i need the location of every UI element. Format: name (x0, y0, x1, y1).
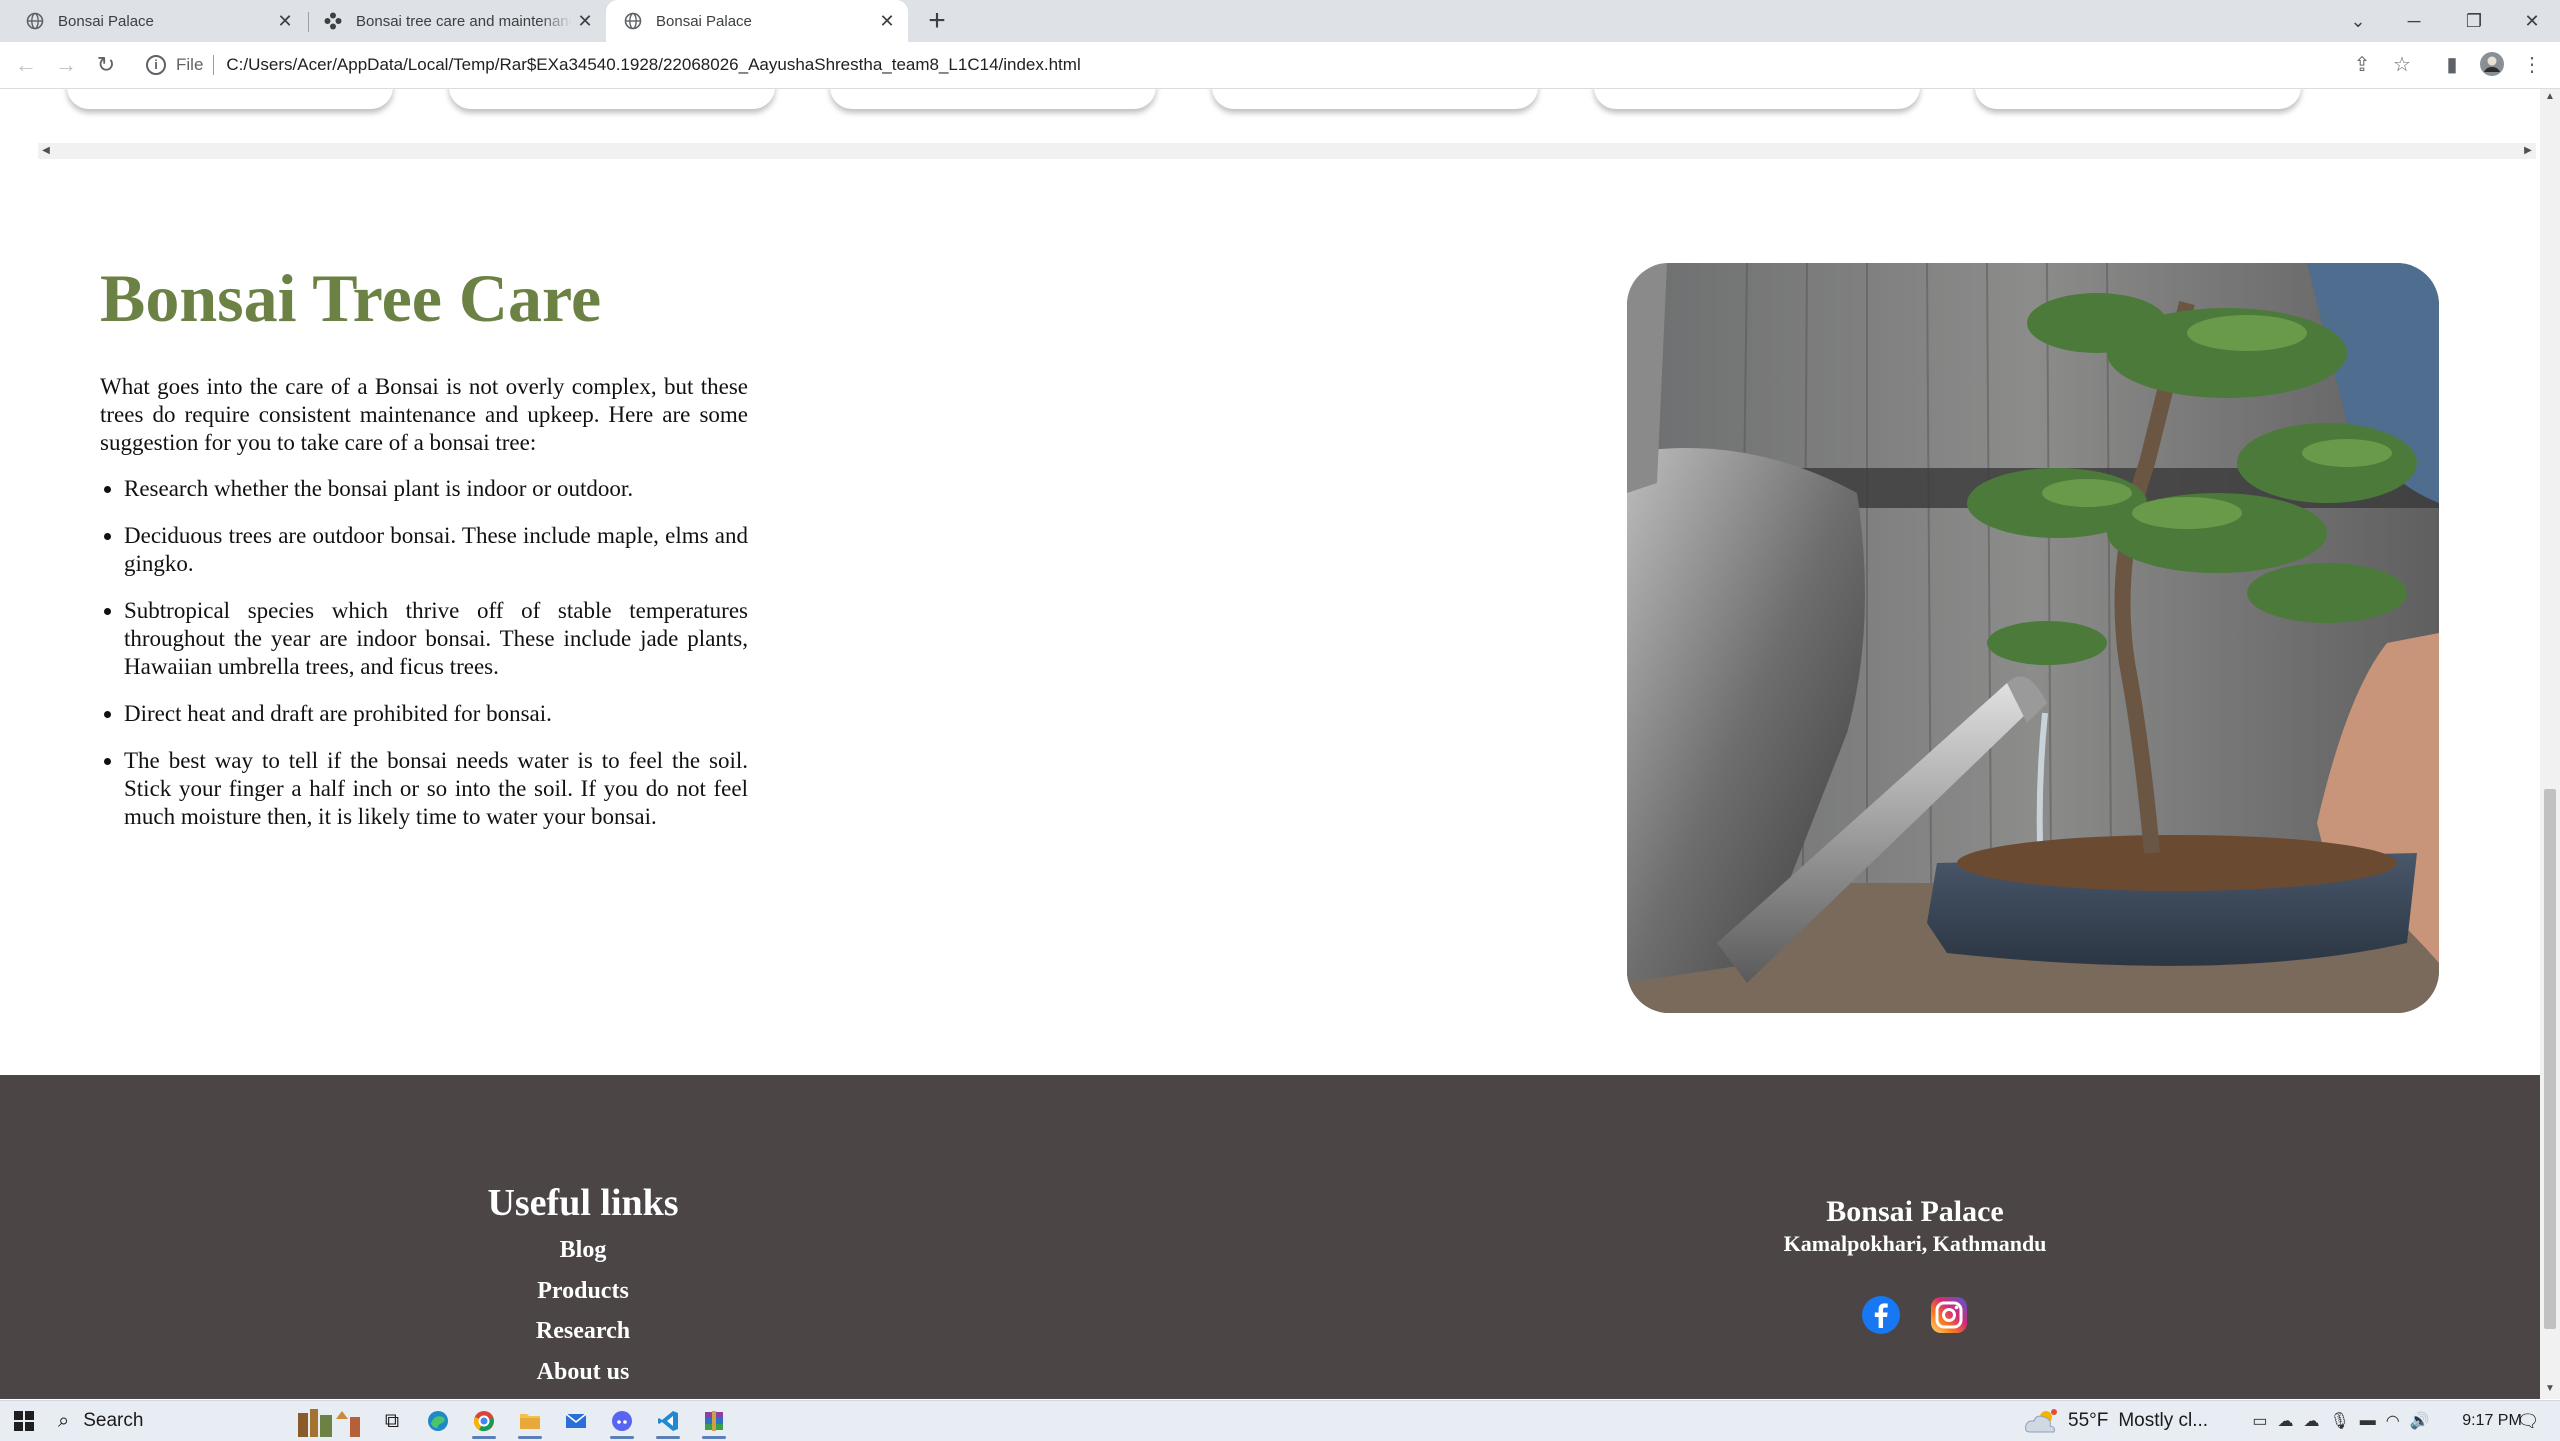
active-indicator (656, 1436, 680, 1439)
tab-strip: Bonsai Palace ✕ Bonsai tree care and mai… (0, 0, 2560, 42)
care-tip: Deciduous trees are outdoor bonsai. Thes… (124, 522, 748, 578)
weather-temp: 55°F (2068, 1410, 2109, 1431)
battery-icon[interactable]: ▬ (2360, 1412, 2376, 1430)
search-icon: ⌕ (58, 1409, 70, 1432)
minimize-icon[interactable]: ─ (2386, 0, 2442, 42)
footer-address: Kamalpokhari, Kathmandu (1783, 1231, 2047, 1256)
new-tab-button[interactable]: + (922, 6, 952, 36)
page-viewport: ◀ ▶ Bonsai Tree Care What goes into the … (0, 89, 2540, 1399)
active-indicator (472, 1436, 496, 1439)
care-section-title: Bonsai Tree Care (100, 260, 602, 336)
scrollbar-thumb[interactable] (2544, 789, 2556, 1329)
care-tip: Research whether the bonsai plant is ind… (124, 475, 748, 503)
weather-widget[interactable]: 55°F Mostly cl... (2024, 1401, 2248, 1441)
close-window-icon[interactable]: ✕ (2504, 0, 2560, 42)
footer-link-products[interactable]: Products (383, 1278, 783, 1305)
mail-icon[interactable] (556, 1401, 596, 1441)
microphone-icon[interactable]: 🎙 (2329, 1411, 2349, 1431)
url-scheme: File (176, 55, 204, 74)
scroll-right-icon[interactable]: ▶ (2520, 143, 2536, 159)
windows-taskbar: ⌕ Search ⧉ 55°F Mostly cl... ▭ ☁ ☁ 🎙 ▬ ◠… (0, 1400, 2560, 1441)
scroll-left-icon[interactable]: ◀ (38, 143, 54, 159)
globe-icon (624, 12, 642, 30)
reload-icon[interactable]: ↻ (92, 51, 120, 79)
back-icon[interactable]: ← (12, 51, 40, 79)
browser-toolbar: ← → ↻ i File C:/Users/Acer/AppData/Local… (0, 42, 2560, 89)
close-tab-1-icon[interactable]: ✕ (274, 10, 296, 32)
system-tray: ▭ ☁ ☁ 🎙 ▬ ◠ 🔊 (2236, 1401, 2446, 1441)
tab-2[interactable]: Bonsai tree care and maintenance ✕ (300, 0, 606, 42)
task-view-icon[interactable]: ⧉ (372, 1401, 412, 1441)
tab-1[interactable]: Bonsai Palace ✕ (0, 0, 306, 42)
share-icon[interactable]: ⇪ (2348, 51, 2376, 79)
tab-1-title: Bonsai Palace (58, 12, 154, 30)
forward-icon[interactable]: → (52, 51, 80, 79)
dots-favicon-icon (324, 12, 342, 30)
instagram-icon[interactable] (1929, 1295, 1969, 1335)
care-tip: Subtropical species which thrive off of … (124, 597, 748, 681)
volume-icon[interactable]: 🔊 (2410, 1411, 2430, 1431)
footer-link-about-us[interactable]: About us (383, 1359, 783, 1386)
product-card[interactable] (1975, 89, 2301, 109)
taskbar-search-label: Search (83, 1410, 144, 1431)
watering-bonsai-photo (1627, 263, 2439, 1013)
globe-icon (26, 12, 44, 30)
footer-link-blog[interactable]: Blog (383, 1237, 783, 1264)
file-explorer-icon[interactable] (510, 1401, 550, 1441)
active-indicator (702, 1436, 726, 1439)
care-description: What goes into the care of a Bonsai is n… (100, 373, 748, 850)
tab-2-title: Bonsai tree care and maintenance (356, 12, 572, 30)
chrome-icon[interactable] (464, 1401, 504, 1441)
scroll-up-icon[interactable]: ▲ (2540, 91, 2560, 107)
facebook-icon[interactable] (1861, 1295, 1901, 1335)
vertical-scrollbar[interactable]: ▲ ▼ (2540, 89, 2560, 1399)
onedrive-icon[interactable]: ☁ (2277, 1411, 2293, 1431)
info-icon[interactable]: i (146, 55, 166, 75)
cloud-icon[interactable]: ☁ (2303, 1411, 2319, 1431)
winrar-icon[interactable] (694, 1401, 734, 1441)
address-bar[interactable]: i File C:/Users/Acer/AppData/Local/Temp/… (140, 49, 2380, 81)
care-tip: Direct heat and draft are prohibited for… (124, 700, 748, 728)
tab-3[interactable]: Bonsai Palace ✕ (606, 0, 908, 42)
product-card[interactable] (1594, 89, 1920, 109)
wifi-icon[interactable]: ◠ (2386, 1411, 2400, 1431)
search-highlight-icon[interactable] (290, 1401, 370, 1441)
start-button[interactable] (4, 1401, 44, 1441)
horizontal-scrollbar[interactable]: ◀ ▶ (38, 143, 2536, 159)
tab-3-title: Bonsai Palace (656, 12, 752, 30)
side-panel-icon[interactable]: ▮ (2438, 51, 2466, 79)
site-footer: Useful links Blog Products Research Abou… (0, 1075, 2540, 1399)
weather-cloud-icon (2025, 1409, 2057, 1433)
discord-icon[interactable] (602, 1401, 642, 1441)
restore-icon[interactable]: ❐ (2446, 0, 2502, 42)
care-tip: The best way to tell if the bonsai needs… (124, 747, 748, 831)
product-card-strip (0, 89, 2540, 119)
scroll-down-icon[interactable]: ▼ (2540, 1383, 2560, 1399)
product-card[interactable] (449, 89, 775, 109)
vscode-icon[interactable] (648, 1401, 688, 1441)
profile-avatar[interactable] (2478, 51, 2506, 79)
tab-search-icon[interactable]: ⌄ (2330, 0, 2386, 42)
weather-desc: Mostly cl... (2118, 1410, 2209, 1431)
product-card[interactable] (830, 89, 1156, 109)
menu-kebab-icon[interactable]: ⋮ (2518, 51, 2546, 79)
edge-icon[interactable] (418, 1401, 458, 1441)
url-divider (213, 55, 215, 75)
close-tab-2-icon[interactable]: ✕ (574, 10, 596, 32)
close-tab-3-icon[interactable]: ✕ (876, 10, 898, 32)
tray-app-icon[interactable]: ▭ (2252, 1411, 2267, 1431)
product-card[interactable] (67, 89, 393, 109)
care-tips-list: Research whether the bonsai plant is ind… (100, 475, 748, 831)
active-indicator (518, 1436, 542, 1439)
footer-brand-name: Bonsai Palace (1826, 1195, 2004, 1228)
bookmark-star-icon[interactable]: ☆ (2388, 51, 2416, 79)
footer-link-research[interactable]: Research (383, 1318, 783, 1345)
active-indicator (610, 1436, 634, 1439)
notifications-icon[interactable]: 🗨 (2506, 1401, 2550, 1441)
care-intro: What goes into the care of a Bonsai is n… (100, 374, 748, 455)
url-text: C:/Users/Acer/AppData/Local/Temp/Rar$EXa… (226, 55, 1081, 74)
useful-links-heading: Useful links (487, 1182, 679, 1224)
taskbar-search-box[interactable]: ⌕ Search (52, 1401, 282, 1441)
product-card[interactable] (1212, 89, 1538, 109)
